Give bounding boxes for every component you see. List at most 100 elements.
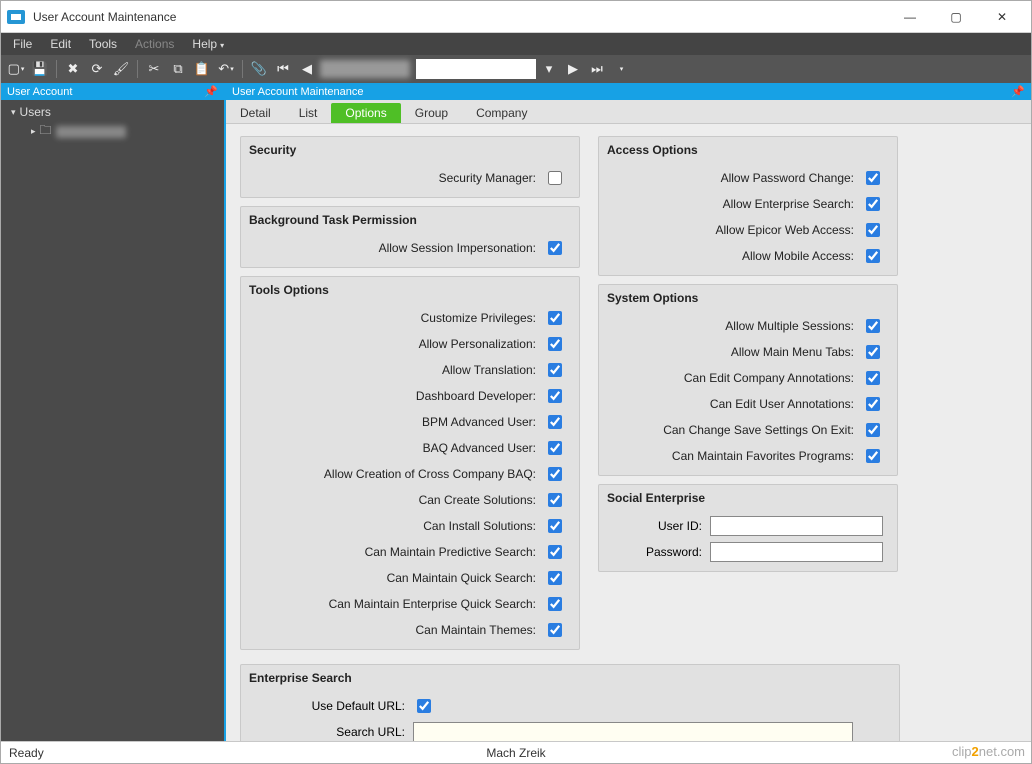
label: Allow Creation of Cross Company BAQ: (249, 467, 536, 481)
nav-prev-button[interactable]: ◀ (296, 58, 318, 80)
minimize-button[interactable]: — (887, 3, 933, 31)
checkbox-password-change[interactable] (866, 171, 880, 185)
checkbox-dashboard-developer[interactable] (548, 389, 562, 403)
checkbox-enterprise-search[interactable] (866, 197, 880, 211)
save-button[interactable]: 💾 (29, 58, 51, 80)
tab-list[interactable]: List (285, 103, 332, 123)
input-search-url[interactable] (413, 722, 853, 741)
checkbox-allow-translation[interactable] (548, 363, 562, 377)
checkbox-web-access[interactable] (866, 223, 880, 237)
tab-options[interactable]: Options (331, 103, 400, 123)
label: Allow Epicor Web Access: (607, 223, 854, 237)
label: Can Change Save Settings On Exit: (607, 423, 854, 437)
checkbox-favorites[interactable] (866, 449, 880, 463)
checkbox-multiple-sessions[interactable] (866, 319, 880, 333)
checkbox-quick-search[interactable] (548, 571, 562, 585)
label-search-url: Search URL: (255, 725, 405, 739)
section-social: Social Enterprise User ID: Password: (598, 484, 898, 572)
checkbox-enterprise-quick-search[interactable] (548, 597, 562, 611)
section-enterprise-search: Enterprise Search Use Default URL: Searc… (240, 664, 900, 741)
close-button[interactable]: ✕ (979, 3, 1025, 31)
app-icon (7, 10, 25, 24)
label-impersonation: Allow Session Impersonation: (249, 241, 536, 255)
checkbox-user-annotations[interactable] (866, 397, 880, 411)
nav-first-button[interactable]: ⏮ (272, 58, 294, 80)
tab-group[interactable]: Group (401, 103, 462, 123)
label: BAQ Advanced User: (249, 441, 536, 455)
nav-last-button[interactable]: ⏭ (586, 58, 608, 80)
content-title: User Account Maintenance (232, 86, 363, 98)
checkbox-allow-personalization[interactable] (548, 337, 562, 351)
nav-blurred (320, 60, 410, 78)
nav-more[interactable]: ▾ (610, 58, 632, 80)
clear-button[interactable]: 🖌 (110, 58, 132, 80)
checkbox-company-annotations[interactable] (866, 371, 880, 385)
menu-help[interactable]: Help▾ (184, 35, 232, 53)
section-title: Tools Options (241, 277, 579, 305)
delete-button[interactable]: ✖ (62, 58, 84, 80)
label: Customize Privileges: (249, 311, 536, 325)
checkbox-predictive-search[interactable] (548, 545, 562, 559)
checkbox-customize-privileges[interactable] (548, 311, 562, 325)
label: Can Edit Company Annotations: (607, 371, 854, 385)
section-security: Security Security Manager: (240, 136, 580, 198)
tree: ▾ Users ▸ 🗀 (1, 100, 224, 741)
nav-dropdown[interactable]: ▾ (538, 58, 560, 80)
status-bar: Ready Mach Zreik (1, 741, 1031, 763)
caret-icon: ▸ (31, 126, 36, 137)
tab-detail[interactable]: Detail (226, 103, 285, 123)
label: Allow Personalization: (249, 337, 536, 351)
tab-company[interactable]: Company (462, 103, 541, 123)
checkbox-cross-company-baq[interactable] (548, 467, 562, 481)
window-title: User Account Maintenance (33, 10, 887, 24)
tree-root-users[interactable]: ▾ Users (3, 104, 222, 120)
checkbox-security-manager[interactable] (548, 171, 562, 185)
label-social-password: Password: (607, 545, 702, 559)
pin-icon[interactable]: 📌 (204, 85, 218, 98)
input-social-userid[interactable] (710, 516, 883, 536)
checkbox-default-url[interactable] (417, 699, 431, 713)
copy-button[interactable]: ⧉ (167, 58, 189, 80)
input-social-password[interactable] (710, 542, 883, 562)
paste-button[interactable]: 📋 (191, 58, 213, 80)
checkbox-install-solutions[interactable] (548, 519, 562, 533)
section-access: Access Options Allow Password Change: Al… (598, 136, 898, 276)
nav-next-button[interactable]: ▶ (562, 58, 584, 80)
checkbox-mobile-access[interactable] (866, 249, 880, 263)
menu-edit[interactable]: Edit (42, 35, 79, 53)
checkbox-create-solutions[interactable] (548, 493, 562, 507)
checkbox-baq-advanced[interactable] (548, 441, 562, 455)
refresh-button[interactable]: ⟳ (86, 58, 108, 80)
maximize-button[interactable]: ▢ (933, 3, 979, 31)
label: Can Maintain Enterprise Quick Search: (249, 597, 536, 611)
checkbox-bpm-advanced[interactable] (548, 415, 562, 429)
label: Can Install Solutions: (249, 519, 536, 533)
attach-button[interactable]: 📎 (248, 58, 270, 80)
new-button[interactable]: ▢▾ (5, 58, 27, 80)
label: Can Maintain Predictive Search: (249, 545, 536, 559)
section-tools: Tools Options Customize Privileges: Allo… (240, 276, 580, 650)
cut-button[interactable]: ✂ (143, 58, 165, 80)
checkbox-impersonation[interactable] (548, 241, 562, 255)
tree-child-user[interactable]: ▸ 🗀 (3, 120, 222, 143)
checkbox-maintain-themes[interactable] (548, 623, 562, 637)
sidebar-title: User Account (7, 86, 72, 98)
label: Can Maintain Favorites Programs: (607, 449, 854, 463)
menu-file[interactable]: File (5, 35, 40, 53)
label: Allow Password Change: (607, 171, 854, 185)
checkbox-menu-tabs[interactable] (866, 345, 880, 359)
watermark: clip2net.com (952, 744, 1025, 759)
undo-button[interactable]: ↶▾ (215, 58, 237, 80)
pin-icon[interactable]: 📌 (1011, 85, 1025, 98)
tree-label: Users (20, 105, 51, 119)
folder-icon: 🗀 (40, 121, 52, 142)
content-header: User Account Maintenance 📌 (226, 83, 1031, 100)
status-center: Mach Zreik (486, 746, 545, 760)
label: Can Maintain Quick Search: (249, 571, 536, 585)
label: Allow Main Menu Tabs: (607, 345, 854, 359)
menu-tools[interactable]: Tools (81, 35, 125, 53)
checkbox-save-settings[interactable] (866, 423, 880, 437)
toolbar: ▢▾ 💾 ✖ ⟳ 🖌 ✂ ⧉ 📋 ↶▾ 📎 ⏮ ◀ ▾ ▶ ⏭ ▾ (1, 55, 1031, 83)
nav-field[interactable] (416, 59, 536, 79)
section-title: Enterprise Search (241, 665, 899, 693)
